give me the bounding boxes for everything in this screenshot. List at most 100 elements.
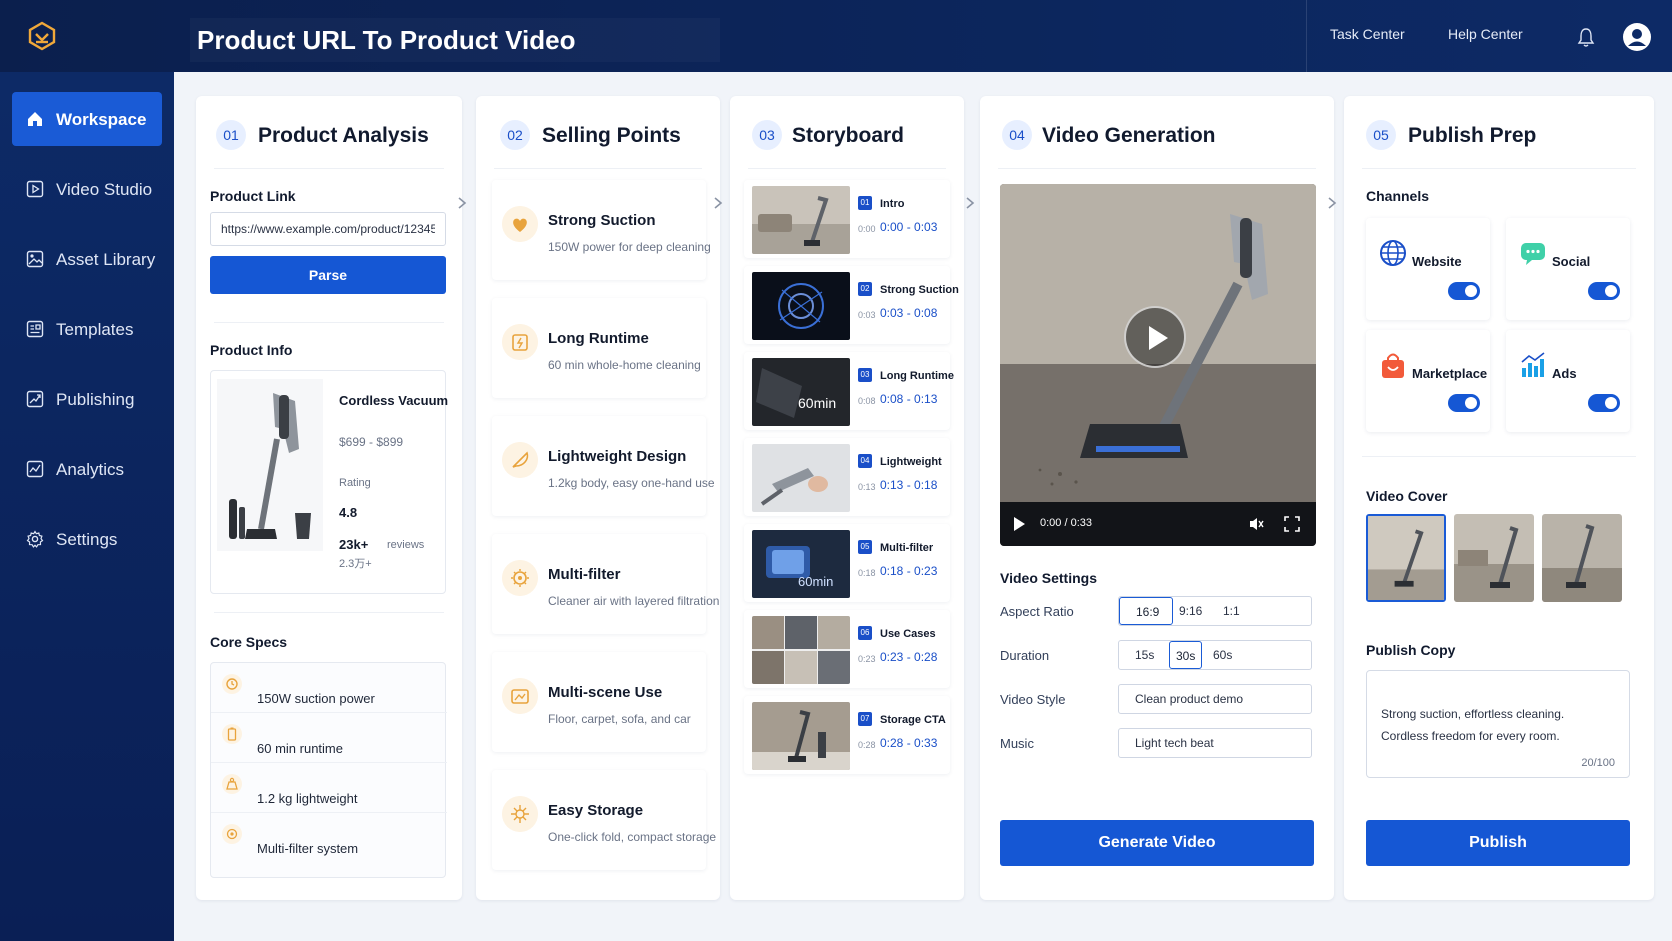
scene-time-range: 0:18 - 0:23 (880, 564, 938, 578)
channel-card-social[interactable]: Social (1506, 218, 1630, 320)
video-style-label: Video Style (1000, 692, 1066, 707)
scene-thumbnail (752, 616, 850, 684)
divider (1362, 168, 1636, 169)
product-link-input[interactable] (210, 212, 446, 246)
music-select[interactable]: Light tech beat (1118, 728, 1312, 758)
music-label: Music (1000, 736, 1034, 751)
panel-storyboard: 03 Storyboard 01 Intro 0:00 0:00 - 0:03 … (730, 96, 964, 900)
scene-thumbnail (752, 444, 850, 512)
scene-time-range: 0:23 - 0:28 (880, 650, 938, 664)
cover-option-2[interactable] (1454, 514, 1534, 602)
storyboard-scene[interactable]: 04 Lightweight 0:13 0:13 - 0:18 (744, 438, 950, 516)
avatar[interactable] (1622, 22, 1652, 52)
sidebar-item-settings[interactable]: Settings (12, 512, 162, 566)
bar-chart-icon (1521, 352, 1545, 377)
selling-point-card[interactable]: Multi-scene Use Floor, carpet, sofa, and… (492, 652, 706, 752)
duration-option-15s[interactable]: 15s (1129, 641, 1160, 669)
parse-button[interactable]: Parse (210, 256, 446, 294)
storyboard-scene[interactable]: 60min 05 Multi-filter 0:18 0:18 - 0:23 (744, 524, 950, 602)
video-preview[interactable]: 0:00 / 0:33 (1000, 184, 1316, 546)
rating-label: Rating (339, 477, 371, 489)
storyboard-scene[interactable]: 02 Strong Suction 0:03 0:03 - 0:08 (744, 266, 959, 344)
list-item: 60 min runtime (211, 713, 447, 763)
list-item: 1.2 kg lightweight (211, 763, 447, 813)
sidebar-item-templates[interactable]: Templates (12, 302, 162, 356)
cover-option-3[interactable] (1542, 514, 1622, 602)
scene-title: Storage CTA (880, 714, 946, 726)
sidebar-item-asset-library[interactable]: Asset Library (12, 232, 162, 286)
social-toggle[interactable] (1588, 282, 1620, 300)
selling-point-card[interactable]: Long Runtime 60 min whole-home cleaning (492, 298, 706, 398)
panel-publish-prep: 05 Publish Prep Channels Website Social … (1344, 96, 1654, 900)
selling-point-title: Easy Storage (548, 802, 644, 819)
selling-point-card[interactable]: Multi-filter Cleaner air with layered fi… (492, 534, 719, 634)
duration-label: Duration (1000, 648, 1050, 663)
fullscreen-icon[interactable] (1284, 516, 1300, 532)
product-info-label: Product Info (210, 342, 293, 358)
step-number: 03 (752, 120, 782, 150)
scene-time-range: 0:13 - 0:18 (880, 478, 938, 492)
play-icon[interactable] (1012, 516, 1026, 532)
storyboard-scene[interactable]: 07 Storage CTA 0:28 0:28 - 0:33 (744, 696, 950, 774)
chat-icon (1521, 243, 1545, 265)
generate-video-button[interactable]: Generate Video (1000, 820, 1314, 866)
channel-name: Website (1412, 254, 1462, 269)
product-image (217, 379, 323, 551)
scene-title: Intro (880, 198, 905, 210)
publish-copy-label: Publish Copy (1366, 642, 1456, 658)
step-title: Storyboard (792, 124, 905, 147)
storyboard-scene[interactable]: 06 Use Cases 0:23 0:23 - 0:28 (744, 610, 950, 688)
channel-name: Social (1552, 254, 1591, 269)
channel-card-marketplace[interactable]: Marketplace (1366, 330, 1490, 432)
step-number: 01 (216, 120, 246, 150)
chevron-right-icon (714, 197, 723, 209)
task-center-link[interactable]: Task Center (1330, 26, 1405, 42)
aspect-option-16-9[interactable]: 16:9 (1119, 597, 1173, 625)
sidebar-item-label: Asset Library (56, 250, 156, 269)
filter-icon (502, 560, 538, 596)
scene-time-range: 0:08 - 0:13 (880, 392, 938, 406)
publish-copy-textarea[interactable]: Strong suction, effortless cleaning. Cor… (1366, 670, 1630, 778)
scene-title: Use Cases (880, 628, 936, 640)
ads-toggle[interactable] (1588, 394, 1620, 412)
play-button[interactable] (1124, 306, 1186, 368)
divider (214, 322, 444, 323)
aspect-option-1-1[interactable]: 1:1 (1217, 597, 1246, 625)
help-center-link[interactable]: Help Center (1448, 26, 1523, 42)
panel-product-analysis: 01 Product Analysis Product Link Parse P… (196, 96, 462, 900)
website-toggle[interactable] (1448, 282, 1480, 300)
divider (748, 168, 946, 169)
bell-icon[interactable] (1576, 26, 1596, 48)
duration-option-60s[interactable]: 60s (1207, 641, 1238, 669)
storyboard-scene[interactable]: 01 Intro 0:00 0:00 - 0:03 (744, 180, 950, 258)
aspect-ratio-selector: 16:9 9:16 1:1 (1118, 596, 1312, 626)
cover-option-1[interactable] (1366, 514, 1446, 602)
duration-option-30s[interactable]: 30s (1169, 641, 1203, 669)
heart-shield-icon (502, 206, 538, 242)
scene-number: 07 (858, 712, 872, 726)
storyboard-scene[interactable]: 60min 03 Long Runtime 0:08 0:08 - 0:13 (744, 352, 954, 430)
shopping-bag-icon (1382, 353, 1404, 378)
selling-point-card[interactable]: Strong Suction 150W power for deep clean… (492, 180, 711, 280)
sidebar-item-label: Video Studio (56, 180, 153, 199)
logo-icon[interactable] (26, 20, 58, 52)
aspect-option-9-16[interactable]: 9:16 (1173, 597, 1208, 625)
channel-card-ads[interactable]: Ads (1506, 330, 1630, 432)
step-number: 05 (1366, 120, 1396, 150)
product-info-card: Cordless Vacuum $699 - $899 Rating 4.8 2… (210, 370, 448, 594)
scene-number: 04 (858, 454, 872, 468)
play-icon (1149, 326, 1168, 350)
selling-point-card[interactable]: Lightweight Design 1.2kg body, easy one-… (492, 416, 715, 516)
sidebar-item-workspace[interactable]: Workspace (12, 92, 162, 146)
video-style-select[interactable]: Clean product demo (1118, 684, 1312, 714)
marketplace-toggle[interactable] (1448, 394, 1480, 412)
chevron-right-icon (1328, 197, 1337, 209)
mute-icon[interactable] (1248, 516, 1264, 532)
selling-point-card[interactable]: Easy Storage One-click fold, compact sto… (492, 770, 716, 870)
sidebar-item-publishing[interactable]: Publishing (12, 372, 162, 426)
channel-card-website[interactable]: Website (1366, 218, 1490, 320)
selling-point-title: Strong Suction (548, 212, 656, 229)
sidebar-item-video-studio[interactable]: Video Studio (12, 162, 162, 216)
sidebar-item-analytics[interactable]: Analytics (12, 442, 162, 496)
publish-button[interactable]: Publish (1366, 820, 1630, 866)
